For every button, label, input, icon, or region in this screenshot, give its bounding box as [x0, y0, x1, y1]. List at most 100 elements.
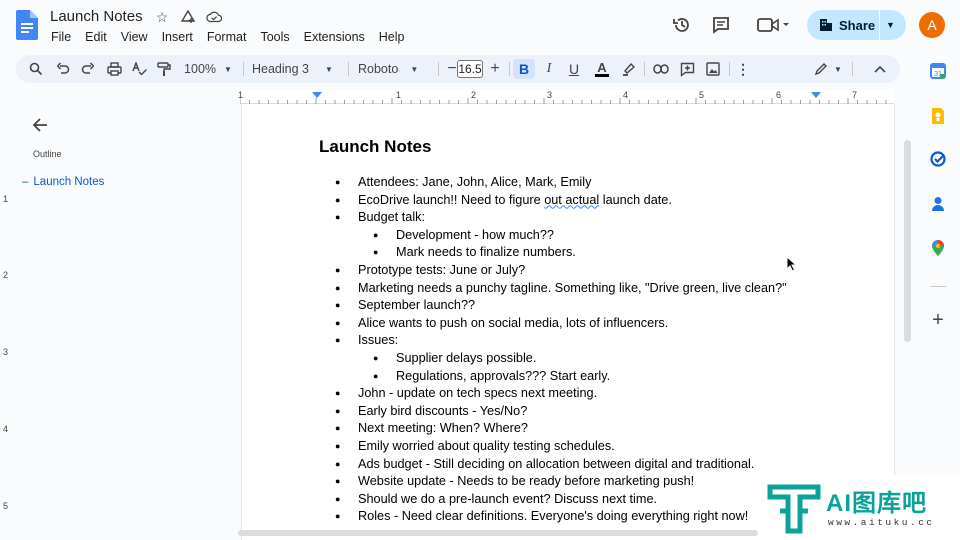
text-color-letter: A [597, 60, 607, 75]
highlight-color-icon[interactable] [619, 59, 639, 79]
zoom-select[interactable]: 100% ▼ [183, 59, 233, 79]
svg-text:31: 31 [934, 71, 942, 78]
redo-icon[interactable] [78, 59, 98, 79]
outline-item-label: Launch Notes [33, 176, 105, 188]
menu-extensions[interactable]: Extensions [297, 30, 372, 44]
ruler-mark: 5 [699, 90, 705, 100]
list-item[interactable]: Website update - Needs to be ready befor… [335, 473, 787, 491]
share-dropdown-icon[interactable]: ▼ [886, 10, 895, 40]
cloud-saved-icon[interactable] [206, 9, 222, 25]
horizontal-scrollbar[interactable] [238, 530, 758, 536]
share-label: Share [839, 17, 876, 33]
ruler-mark: 3 [547, 90, 553, 100]
ruler-ticks [240, 98, 887, 104]
menu-view[interactable]: View [114, 30, 155, 44]
ruler-mark: 7 [852, 90, 858, 100]
bold-button[interactable]: B [513, 59, 535, 79]
italic-button[interactable]: I [539, 59, 559, 79]
list-item[interactable]: Attendees: Jane, John, Alice, Mark, Emil… [335, 174, 787, 192]
building-icon [820, 19, 832, 31]
list-item[interactable]: Early bird discounts - Yes/No? [335, 403, 787, 421]
vertical-scrollbar[interactable] [904, 140, 911, 342]
menu-format[interactable]: Format [200, 30, 254, 44]
outline-item[interactable]: – Launch Notes [22, 176, 104, 188]
font-select[interactable]: Roboto ▼ [358, 59, 432, 79]
editing-mode-select[interactable]: ▼ [811, 59, 845, 79]
more-options-icon[interactable]: ⋮ [735, 59, 751, 79]
list-item[interactable]: Ads budget - Still deciding on allocatio… [335, 456, 787, 474]
menu-insert[interactable]: Insert [155, 30, 200, 44]
contacts-icon[interactable] [928, 194, 948, 214]
undo-icon[interactable] [53, 59, 73, 79]
font-dropdown-icon: ▼ [410, 64, 419, 74]
vruler-mark: 2 [3, 270, 9, 280]
font-size-input[interactable]: 16.5 [457, 60, 483, 78]
print-icon[interactable] [104, 59, 124, 79]
list-item[interactable]: John - update on tech specs next meeting… [335, 385, 787, 403]
horizontal-ruler[interactable]: 1 1 2 3 4 5 6 7 [238, 90, 894, 104]
account-avatar[interactable]: A [919, 12, 945, 38]
keep-icon[interactable] [928, 106, 948, 126]
menu-edit[interactable]: Edit [78, 30, 114, 44]
list-item[interactable]: September launch?? [335, 297, 787, 315]
watermark-url: www.aituku.cc [828, 517, 935, 528]
menu-help[interactable]: Help [372, 30, 412, 44]
back-arrow-icon[interactable] [32, 116, 48, 139]
insert-image-icon[interactable] [703, 59, 723, 79]
list-item[interactable]: Marketing needs a punchy tagline. Someth… [335, 280, 787, 298]
star-icon[interactable]: ☆ [154, 9, 170, 25]
list-item[interactable]: Issues: [335, 332, 787, 350]
list-item[interactable]: Prototype tests: June or July? [335, 262, 787, 280]
collapse-menus-icon[interactable] [870, 59, 890, 79]
docs-logo-icon[interactable] [16, 10, 38, 40]
tasks-icon[interactable] [928, 149, 948, 169]
mouse-cursor-icon [786, 256, 798, 272]
list-item[interactable]: Roles - Need clear definitions. Everyone… [335, 508, 787, 526]
list-item[interactable]: Development - how much?? [373, 227, 787, 245]
font-value: Roboto [358, 62, 399, 76]
list-item[interactable]: Next meeting: When? Where? [335, 420, 787, 438]
list-item[interactable]: Should we do a pre-launch event? Discuss… [335, 491, 787, 509]
document-title[interactable]: Launch Notes [50, 8, 143, 25]
side-panel: 31 + [918, 56, 958, 356]
paint-format-icon[interactable] [154, 59, 174, 79]
insert-link-icon[interactable] [651, 59, 671, 79]
list-item[interactable]: Emily worried about quality testing sche… [335, 438, 787, 456]
spellcheck-icon[interactable] [129, 59, 149, 79]
menu-tools[interactable]: Tools [253, 30, 296, 44]
list-item[interactable]: Regulations, approvals??? Start early. [373, 368, 787, 386]
list-item[interactable]: EcoDrive launch!! Need to figure out act… [335, 192, 787, 210]
vruler-mark: 4 [3, 424, 9, 434]
add-addon-icon[interactable]: + [928, 309, 948, 331]
list-item[interactable]: Budget talk: [335, 209, 787, 227]
zoom-value: 100% [184, 62, 217, 76]
search-menus-icon[interactable] [26, 59, 46, 79]
menu-file[interactable]: File [44, 30, 78, 44]
move-to-drive-icon[interactable] [180, 9, 196, 25]
ruler-mark: 1 [396, 90, 402, 100]
watermark-text: AI图库吧 [826, 490, 927, 517]
spelling-suggestion[interactable]: out actual [544, 193, 599, 207]
version-history-icon[interactable] [670, 10, 694, 40]
share-button[interactable]: Share ▼ [807, 10, 906, 40]
underline-button[interactable]: U [564, 59, 584, 79]
paragraph-style-select[interactable]: Heading 3 ▼ [252, 59, 340, 79]
list-item[interactable]: Alice wants to push on social media, lot… [335, 315, 787, 333]
comments-icon[interactable] [709, 10, 733, 40]
list-item[interactable]: Mark needs to finalize numbers. [373, 244, 787, 262]
increase-font-size-button[interactable]: + [487, 59, 503, 79]
calendar-icon[interactable]: 31 [928, 61, 948, 81]
document-heading[interactable]: Launch Notes [319, 137, 431, 157]
watermark-logo-icon [767, 484, 821, 534]
ruler-mark: 4 [623, 90, 629, 100]
left-indent-marker[interactable] [312, 92, 322, 98]
list-item[interactable]: Supplier delays possible. [373, 350, 787, 368]
add-comment-icon[interactable] [677, 59, 697, 79]
meet-icon[interactable] [753, 10, 793, 40]
right-indent-marker[interactable] [811, 92, 821, 98]
document-outline-panel: Outline – Launch Notes [14, 104, 240, 540]
ruler-mark: 2 [471, 90, 477, 100]
text-color-button[interactable]: A [591, 59, 613, 79]
maps-icon[interactable] [928, 238, 948, 258]
watermark: AI图库吧 www.aituku.cc [760, 475, 960, 540]
